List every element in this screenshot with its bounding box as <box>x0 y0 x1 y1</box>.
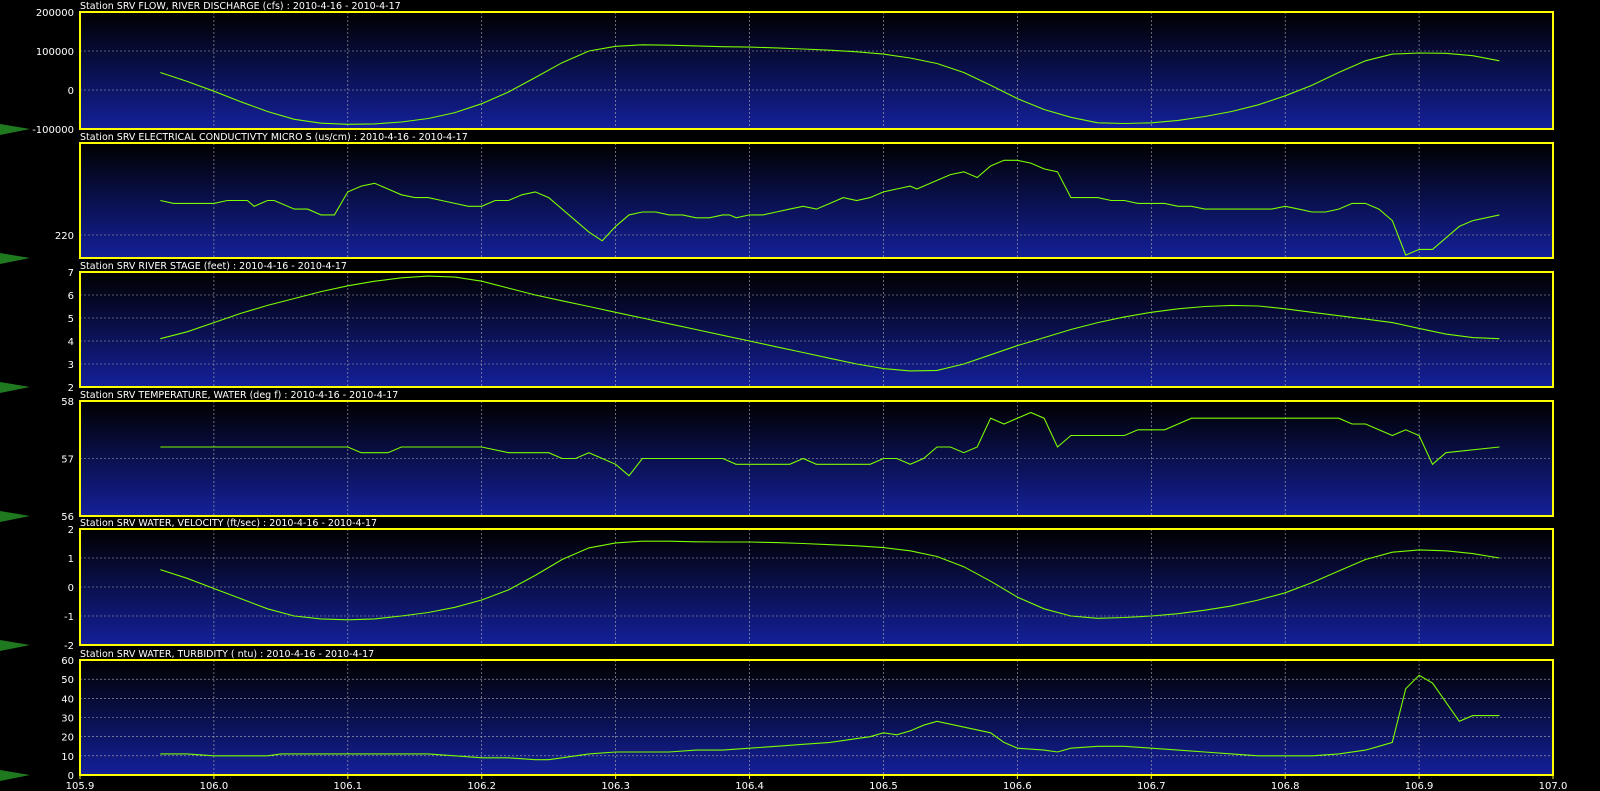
y-tick-label: 10 <box>61 752 74 763</box>
chart-panel-6: 0102030405060Station SRV WATER, TURBIDIT… <box>0 649 1554 782</box>
y-tick-label: 0 <box>68 86 74 97</box>
y-tick-label: 60 <box>61 656 74 667</box>
y-tick-label: 40 <box>61 694 74 705</box>
chart-panel-3: 2 3 4 5 6 7 Station SRV RIVER STAGE (feet) : 2… <box>0 261 1554 394</box>
x-tick-label: 106.2 <box>467 781 496 791</box>
y-tick-label: 57 <box>61 455 74 466</box>
x-tick-label: 106.1 <box>333 781 362 791</box>
y-tick-label: 3 <box>68 360 74 371</box>
y-tick-label: 56 <box>61 512 74 523</box>
x-tick-label: 106.6 <box>1003 781 1032 791</box>
y-tick-label: 58 <box>61 397 74 408</box>
x-tick-label: 106.9 <box>1405 781 1434 791</box>
y-tick-label: 100000 <box>36 47 74 58</box>
x-tick-label: 107.0 <box>1539 781 1568 791</box>
y-tick-label: -2 <box>64 641 74 652</box>
y-tick-label: 220 <box>55 231 74 242</box>
y-tick-label: -1 <box>64 612 74 623</box>
y-tick-label: 5 <box>68 314 74 325</box>
x-tick-label: 105.9 <box>66 781 95 791</box>
chart-panel-1: -100000 0 100000 200000 Station SRV FLOW, RI… <box>0 1 1554 136</box>
y-tick-label: 30 <box>61 714 74 725</box>
panel-title: Station SRV RIVER STAGE (feet) : 2010-4-… <box>80 261 347 272</box>
chart-panel-5: -2 -1 0 1 2 Station SRV WATER, VELOCITY (ft/s… <box>0 518 1554 652</box>
y-tick-label: 1 <box>68 554 74 565</box>
x-tick-label: 106.8 <box>1271 781 1300 791</box>
chart-stack: -100000 0 100000 200000 Station SRV FLOW, RI… <box>0 0 1600 791</box>
panel-title: Station SRV WATER, VELOCITY (ft/sec) : 2… <box>80 518 377 529</box>
panel-title: Station SRV FLOW, RIVER DISCHARGE (cfs) … <box>80 1 401 12</box>
chart-panel-2: 220 Station SRV ELECTRICAL CONDUCTIVTY MI… <box>0 132 1554 264</box>
x-tick-label: 106.3 <box>601 781 630 791</box>
chart-panel-4: 56 57 58 Station SRV TEMPERATURE, WATER (de… <box>0 390 1554 523</box>
y-tick-label: -100000 <box>32 125 74 136</box>
x-tick-label: 106.7 <box>1137 781 1166 791</box>
panel-title: Station SRV TEMPERATURE, WATER (deg f) :… <box>80 390 398 401</box>
y-tick-label: 50 <box>61 675 74 686</box>
x-tick-label: 106.5 <box>869 781 898 791</box>
y-tick-label: 2 <box>68 525 74 536</box>
x-tick-label: 106.4 <box>735 781 764 791</box>
panel-title: Station SRV WATER, TURBIDITY ( ntu) : 20… <box>80 649 374 660</box>
y-tick-label: 200000 <box>36 8 74 19</box>
y-tick-label: 2 <box>68 383 74 394</box>
y-tick-label: 0 <box>68 583 74 594</box>
x-tick-label: 106.0 <box>200 781 229 791</box>
plot-background <box>80 12 1553 129</box>
y-tick-label: 4 <box>68 337 74 348</box>
y-tick-label: 7 <box>68 268 74 279</box>
panel-title: Station SRV ELECTRICAL CONDUCTIVTY MICRO… <box>80 132 468 143</box>
y-tick-label: 20 <box>61 733 74 744</box>
plot-background <box>80 143 1553 258</box>
plot-background <box>80 272 1553 387</box>
y-tick-label: 6 <box>68 291 74 302</box>
